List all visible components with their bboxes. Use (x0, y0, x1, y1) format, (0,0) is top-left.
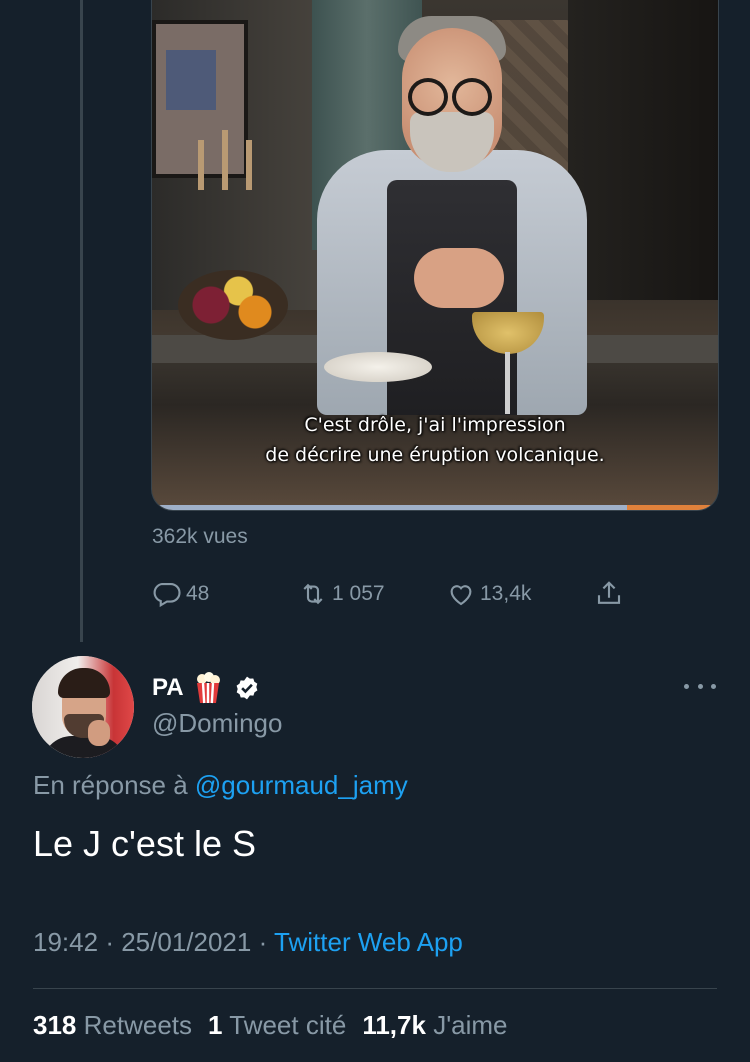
share-icon (597, 581, 621, 604)
video-scene-candle (246, 140, 252, 190)
quotes-stat-count: 1 (208, 1010, 223, 1040)
view-count: 362k vues (152, 525, 248, 548)
likes-stat-label: J'aime (433, 1010, 508, 1040)
retweets-stat[interactable]: 318 Retweets (33, 1010, 192, 1041)
more-dot-icon (697, 683, 703, 689)
like-button[interactable]: 13,4k (446, 577, 531, 611)
share-button[interactable] (594, 577, 624, 611)
reply-prefix: En réponse à (33, 770, 188, 800)
meta-separator: · (105, 927, 114, 957)
tweet-page: C'est drôle, j'ai l'impression de décrir… (0, 0, 750, 1062)
quotes-stat-label: Tweet cité (229, 1010, 347, 1040)
video-person-glasses (408, 78, 448, 116)
video-scene-window (568, 0, 718, 300)
video-scene-candle (222, 130, 228, 190)
reply-icon (153, 582, 181, 608)
video-scene-fruit-bowl (178, 270, 288, 340)
more-options-button[interactable] (684, 672, 716, 700)
video-person-glasses (452, 78, 492, 116)
divider (33, 988, 717, 989)
reply-handle-link[interactable]: @gourmaud_jamy (195, 770, 408, 800)
video-progress-remaining (627, 505, 718, 510)
video-glass-stem (505, 352, 510, 414)
tweet-meta: 19:42 · 25/01/2021 · Twitter Web App (33, 927, 463, 958)
tweet-time[interactable]: 19:42 (33, 927, 98, 957)
like-count: 13,4k (480, 582, 532, 605)
video-person-hands (414, 248, 504, 308)
heart-icon (450, 585, 472, 606)
reply-context: En réponse à @gourmaud_jamy (33, 770, 408, 801)
tweet-text: Le J c'est le S (33, 823, 256, 864)
author-handle[interactable]: @Domingo (152, 708, 282, 739)
video-popcorn-bowl (324, 352, 432, 382)
video-subtitle-line: de décrire une éruption volcanique. (265, 444, 605, 466)
likes-stat-count: 11,7k (362, 1010, 426, 1040)
meta-separator: · (258, 927, 268, 957)
quotes-stat[interactable]: 1 Tweet cité (208, 1010, 346, 1041)
avatar-hand (88, 720, 110, 746)
tweet-date[interactable]: 25/01/2021 (121, 927, 251, 957)
thread-line (80, 0, 83, 642)
more-dot-icon (711, 683, 716, 689)
more-dot-icon (684, 683, 689, 689)
retweets-stat-label: Retweets (83, 1010, 193, 1040)
video-subtitle-line: C'est drôle, j'ai l'impression (304, 414, 566, 436)
tweet-source-link[interactable]: Twitter Web App (274, 927, 463, 957)
retweets-stat-count: 318 (33, 1010, 77, 1040)
avatar[interactable] (32, 656, 134, 758)
author-name[interactable]: PA (152, 674, 184, 702)
reply-count: 48 (186, 582, 210, 605)
video-scene-candle (198, 140, 204, 190)
verified-badge-icon (236, 676, 257, 700)
tweet-stats: 318 Retweets 1 Tweet cité 11,7k J'aime (33, 1010, 508, 1041)
reply-button[interactable]: 48 (152, 577, 209, 611)
likes-stat[interactable]: 11,7k J'aime (362, 1010, 507, 1041)
retweet-button[interactable]: 1 057 (298, 577, 385, 611)
video-player[interactable]: C'est drôle, j'ai l'impression de décrir… (151, 0, 719, 511)
retweet-count: 1 057 (332, 582, 385, 605)
author-row: PA (152, 670, 260, 706)
retweet-icon (303, 583, 323, 605)
popcorn-icon (196, 672, 220, 704)
